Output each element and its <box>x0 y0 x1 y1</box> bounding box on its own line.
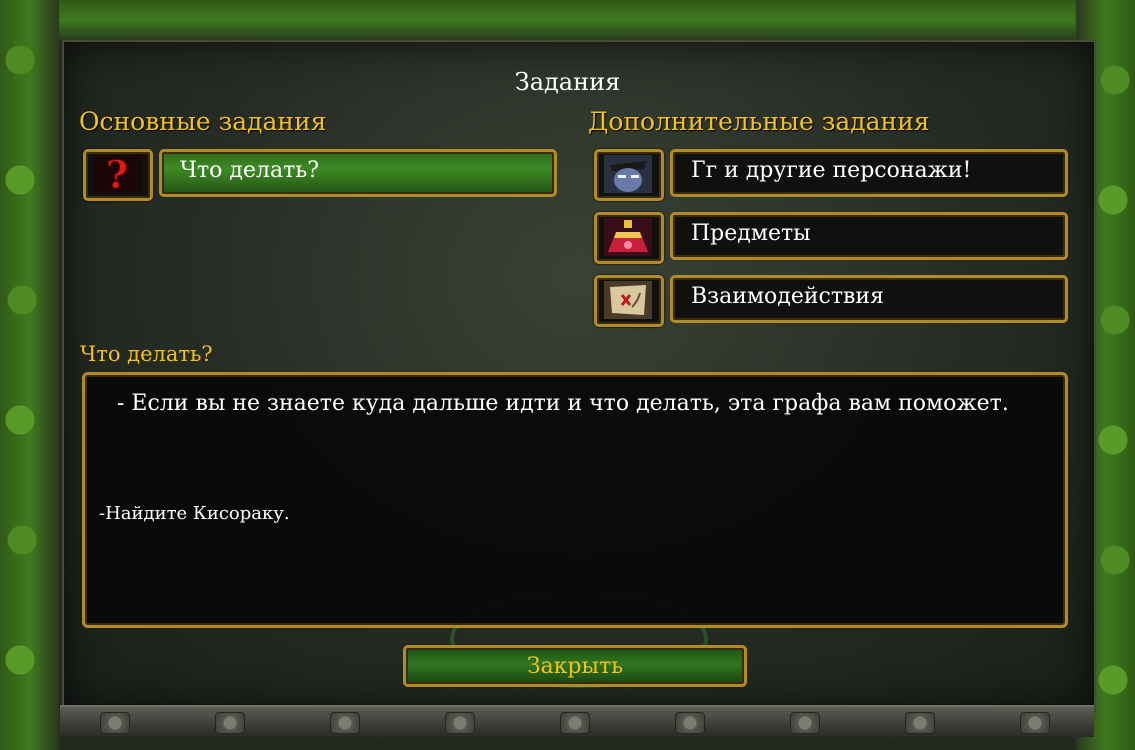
main-quests-heading: Основные задания <box>79 107 327 136</box>
close-button[interactable]: Закрыть <box>403 645 747 687</box>
rivet-decoration <box>905 712 935 734</box>
svg-text:?: ? <box>106 155 128 193</box>
rivet-decoration <box>675 712 705 734</box>
optional-quests-heading: Дополнительные задания <box>588 107 930 136</box>
rivet-decoration <box>445 712 475 734</box>
window-title: Задания <box>514 68 621 96</box>
rivet-decoration <box>560 712 590 734</box>
description-heading: Что делать? <box>80 342 213 366</box>
quest-item-hero-characters[interactable]: Гг и другие персонажи! <box>670 149 1068 197</box>
description-box: - Если вы не знаете куда дальше идти и ч… <box>82 372 1068 628</box>
potion-icon[interactable] <box>594 212 664 264</box>
quest-item-items[interactable]: Предметы <box>670 212 1068 260</box>
question-mark-icon[interactable]: ? <box>83 149 153 201</box>
rivet-decoration <box>100 712 130 734</box>
rivet-decoration <box>330 712 360 734</box>
hero-portrait-icon[interactable] <box>594 149 664 201</box>
rivet-decoration <box>1020 712 1050 734</box>
rivet-decoration <box>790 712 820 734</box>
rivet-decoration <box>215 712 245 734</box>
quest-item-interactions[interactable]: Взаимодействия <box>670 275 1068 323</box>
quest-item-what-to-do[interactable]: Что делать? <box>159 149 557 197</box>
scroll-map-icon[interactable] <box>594 275 664 327</box>
description-objective: -Найдите Кисораку. <box>99 503 290 524</box>
description-line: - Если вы не знаете куда дальше идти и ч… <box>117 391 1009 416</box>
bottom-metal-bar <box>60 705 1094 737</box>
